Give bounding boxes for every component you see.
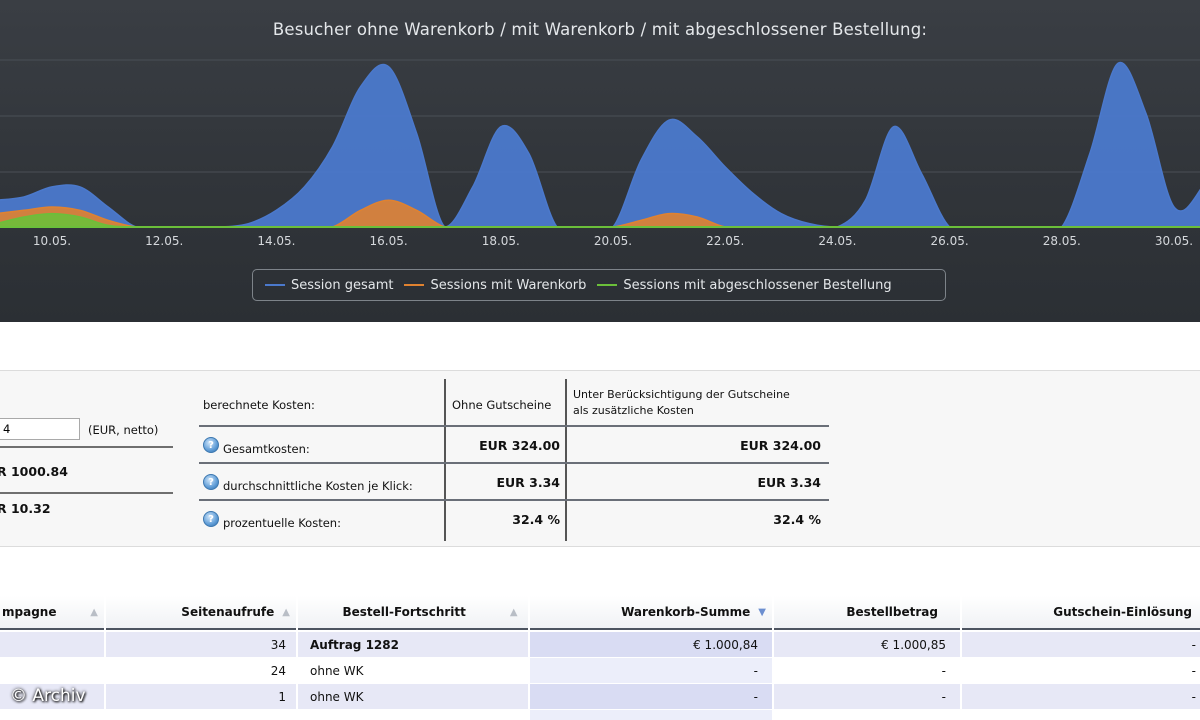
chart-panel: 10.05. 12.05. 14.05. 16.05. 18.05. 20.05. 22.0… (0, 0, 1200, 322)
legend-swatch-green (597, 284, 618, 286)
cost-row-label: Gesamtkosten: (223, 442, 310, 456)
sort-desc-icon[interactable]: ▼︎ (758, 607, 766, 618)
x-tick-label: 14.05. (257, 234, 295, 248)
per-order-value: R 10.32 (0, 501, 51, 516)
col-header-ohne-gutscheine: Ohne Gutscheine (452, 398, 552, 412)
budget-unit: (EUR, netto) (88, 423, 159, 437)
header-label: Bestellbetrag (846, 605, 938, 619)
col-header-kampagne[interactable]: mpagne ▲︎ (0, 596, 104, 630)
table-cell (0, 658, 104, 683)
table-cell[interactable]: Auftrag 1282 (298, 632, 528, 657)
col-header-bestellbetrag[interactable]: Bestellbetrag (774, 596, 960, 630)
sort-icon[interactable]: ▲︎ (510, 607, 518, 618)
table-cell: 24 (106, 658, 296, 683)
legend-item-sessions-warenkorb[interactable]: Sessions mit Warenkorb (404, 278, 586, 293)
header-label: mpagne (2, 605, 57, 619)
chart-title: Besucher ohne Warenkorb / mit Warenkorb … (272, 20, 928, 39)
col-header-warenkorb-summe[interactable]: Warenkorb-Summe ▼︎ (530, 596, 772, 630)
help-icon[interactable]: ? (203, 474, 219, 490)
sort-icon[interactable]: ▲︎ (282, 607, 290, 618)
x-tick-label: 24.05. (818, 234, 856, 248)
chart-legend: Session gesamt Sessions mit Warenkorb Se… (252, 269, 946, 301)
help-icon[interactable]: ? (203, 511, 219, 527)
help-icon[interactable]: ? (203, 437, 219, 453)
table-cell: - (530, 658, 772, 683)
x-tick-label: 30.05. (1155, 234, 1193, 248)
table-cell: - (530, 684, 772, 709)
table-cell: - (774, 658, 960, 683)
table-cell: ohne WK (298, 684, 528, 709)
cost-value: EUR 324.00 (479, 438, 560, 453)
cost-row-kosten-je-klick: ? durchschnittliche Kosten je Klick: (203, 471, 413, 493)
table-cell: ohne WK (298, 658, 528, 683)
divider (199, 462, 829, 464)
table-cell: - (962, 658, 1200, 683)
x-tick-label: 28.05. (1043, 234, 1081, 248)
table-cell (0, 632, 104, 657)
legend-label: Sessions mit abgeschlossener Bestellung (623, 277, 892, 293)
cost-row-prozentuelle-kosten: ? prozentuelle Kosten: (203, 508, 341, 530)
cost-row-label: prozentuelle Kosten: (223, 516, 341, 530)
campaign-table: mpagne ▲︎ Seitenaufrufe ▲︎ Bestell-Forts… (0, 596, 1200, 720)
table-cell: - (962, 684, 1200, 709)
divider (199, 425, 829, 427)
sort-icon[interactable]: ▲︎ (90, 607, 98, 618)
cost-value: EUR 3.34 (757, 475, 821, 490)
x-tick-label: 16.05. (370, 234, 408, 248)
col-header-mit-gutscheinen-2: als zusätzliche Kosten (573, 404, 694, 417)
col-header-seitenaufrufe[interactable]: Seitenaufrufe ▲︎ (106, 596, 296, 630)
table-cell: 1 (106, 684, 296, 709)
cost-row-label: durchschnittliche Kosten je Klick: (223, 479, 413, 493)
divider (0, 492, 173, 494)
header-label: Bestell-Fortschritt (342, 605, 466, 619)
x-tick-label: 18.05. (482, 234, 520, 248)
x-tick-label: 20.05. (594, 234, 632, 248)
x-tick-label: 10.05. (33, 234, 71, 248)
series-area-session-gesamt (0, 61, 1200, 228)
col-header-mit-gutscheinen: Unter Berücksichtigung der Gutscheine (573, 388, 790, 401)
budget-input[interactable] (0, 418, 80, 440)
cost-value: 32.4 % (773, 512, 821, 527)
header-label: Warenkorb-Summe (621, 605, 751, 619)
table-cell: € 1.000,85 (774, 632, 960, 657)
legend-swatch-blue (265, 284, 285, 286)
header-label: Gutschein-Einlösung (1053, 605, 1192, 619)
col-header-gutschein-einloesung[interactable]: Gutschein-Einlösung (962, 596, 1200, 630)
table-cell: € 1.000,84 (530, 632, 772, 657)
legend-item-sessions-bestellung[interactable]: Sessions mit abgeschlossener Bestellung (597, 277, 892, 293)
series-area-sessions-warenkorb (0, 199, 1200, 228)
x-tick-label: 26.05. (931, 234, 969, 248)
divider (444, 379, 446, 541)
cost-section: (EUR, netto) R 1000.84 R 10.32 berechnet… (0, 370, 1200, 547)
copyright-watermark: © Archiv (10, 686, 86, 706)
series-area-sessions-bestellung (0, 212, 1200, 228)
legend-label: Sessions mit Warenkorb (430, 277, 587, 293)
legend-item-session-gesamt[interactable]: Session gesamt (265, 278, 393, 293)
legend-label: Session gesamt (291, 277, 394, 293)
header-label: Seitenaufrufe (181, 605, 275, 619)
cost-value: 32.4 % (512, 512, 560, 527)
divider (199, 499, 829, 501)
cost-value: EUR 324.00 (740, 438, 821, 453)
cost-header-label: berechnete Kosten: (203, 398, 315, 412)
table-cell (530, 710, 772, 720)
legend-swatch-orange (404, 284, 425, 286)
table-cell: - (962, 632, 1200, 657)
col-header-bestell-fortschritt[interactable]: Bestell-Fortschritt ▲︎ (298, 596, 528, 630)
table-cell: 34 (106, 632, 296, 657)
cost-table: berechnete Kosten: Ohne Gutscheine Unter… (199, 379, 829, 542)
cost-value: EUR 3.34 (496, 475, 560, 490)
divider (0, 446, 173, 448)
table-cell: - (774, 684, 960, 709)
cost-row-gesamtkosten: ? Gesamtkosten: (203, 434, 310, 456)
revenue-value: R 1000.84 (0, 464, 68, 479)
x-tick-label: 12.05. (145, 234, 183, 248)
x-tick-label: 22.05. (706, 234, 744, 248)
divider (565, 379, 567, 541)
